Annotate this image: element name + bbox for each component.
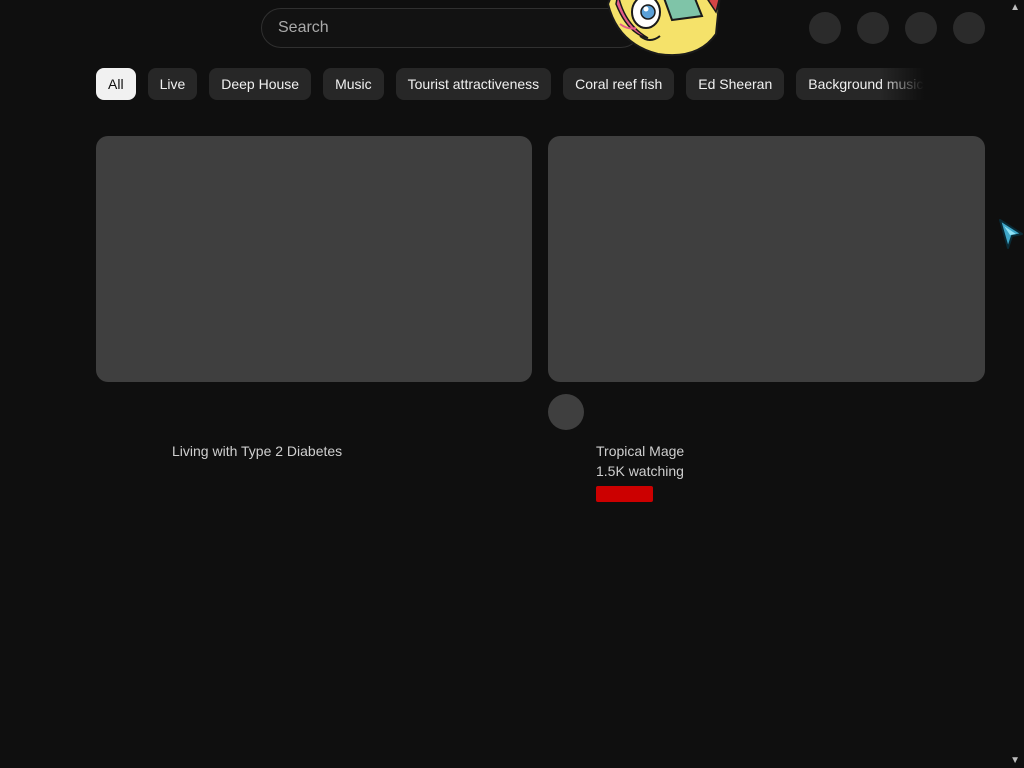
header-button-4[interactable] (953, 12, 985, 44)
chip-all[interactable]: All (96, 68, 136, 100)
header-button-3[interactable] (905, 12, 937, 44)
filter-chips: All Live Deep House Music Tourist attrac… (96, 68, 924, 100)
mouse-cursor-icon (999, 219, 1023, 249)
chip-ed-sheeran[interactable]: Ed Sheeran (686, 68, 785, 100)
chip-live[interactable]: Live (147, 68, 198, 100)
video-thumbnail-2[interactable] (548, 136, 985, 382)
chip-tourist-attractiveness[interactable]: Tourist attractiveness (395, 68, 552, 100)
header-button-2[interactable] (857, 12, 889, 44)
watching-count: 1.5K watching (596, 463, 684, 479)
scroll-up-icon[interactable]: ▲ (1010, 2, 1020, 13)
header-button-1[interactable] (809, 12, 841, 44)
scroll-down-icon[interactable]: ▼ (1010, 755, 1020, 766)
video-title-1[interactable]: Living with Type 2 Diabetes (172, 443, 342, 459)
channel-name[interactable]: Tropical Mage (596, 443, 684, 459)
chip-coral-reef-fish[interactable]: Coral reef fish (563, 68, 675, 100)
channel-avatar[interactable] (548, 394, 584, 430)
chip-deep-house[interactable]: Deep House (209, 68, 312, 100)
chip-background-music[interactable]: Background music (796, 68, 924, 100)
live-badge (596, 486, 653, 502)
video-thumbnail-1[interactable] (96, 136, 532, 382)
search-input[interactable] (278, 19, 640, 37)
search-bar[interactable] (261, 8, 641, 48)
mascot-sticker (606, 0, 721, 57)
chip-music[interactable]: Music (323, 68, 384, 100)
youtube-home: All Live Deep House Music Tourist attrac… (0, 0, 1024, 768)
